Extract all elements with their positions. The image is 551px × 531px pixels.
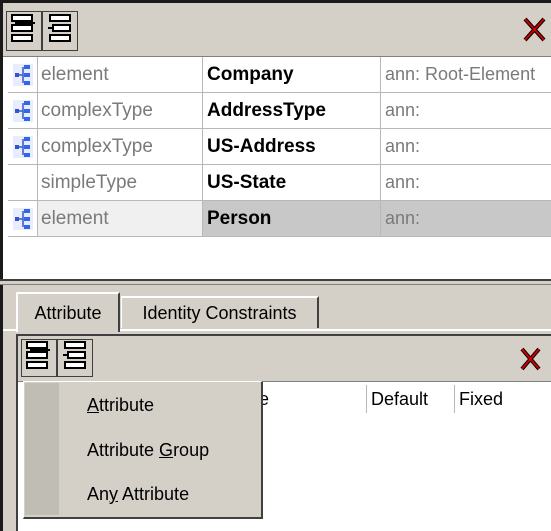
component-name: AddressType	[203, 93, 381, 129]
delete-x-icon	[519, 17, 549, 51]
element-icon	[12, 135, 33, 158]
menu-item-attribute[interactable]: Attribute	[87, 395, 154, 416]
tab-identity-constraints[interactable]: Identity Constraints	[121, 296, 319, 328]
component-kind: element	[38, 201, 203, 237]
delete-attribute-button[interactable]	[515, 340, 547, 378]
insert-component-button[interactable]	[6, 11, 42, 51]
tab-attribute[interactable]: Attribute	[16, 292, 120, 332]
append-attribute-icon	[62, 340, 88, 376]
column-header-default[interactable]: Default	[367, 385, 455, 413]
element-icon	[12, 63, 33, 86]
component-kind: complexType	[38, 93, 203, 129]
insert-attribute-button[interactable]	[21, 339, 57, 377]
component-annotation: ann:	[381, 201, 551, 237]
append-component-button[interactable]	[42, 11, 78, 51]
column-header-type[interactable]: e	[255, 385, 367, 413]
component-kind: simpleType	[38, 165, 203, 201]
insert-attribute-menu: Attribute Attribute Group Any Attribute	[23, 381, 263, 519]
column-header-fixed[interactable]: Fixed	[455, 385, 551, 413]
insert-attribute-icon	[26, 340, 52, 376]
component-annotation: ann: Root-Element	[381, 57, 551, 93]
component-name: US-State	[203, 165, 381, 201]
menu-item-any-attribute[interactable]: Any Attribute	[87, 484, 189, 505]
component-annotation: ann:	[381, 93, 551, 129]
component-name: US-Address	[203, 129, 381, 165]
element-icon	[12, 99, 33, 122]
table-row[interactable]: element Company ann: Root-Element	[8, 57, 551, 93]
component-annotation: ann:	[381, 165, 551, 201]
table-row[interactable]: complexType US-Address ann:	[8, 129, 551, 165]
delete-component-button[interactable]	[519, 9, 551, 49]
element-icon	[12, 207, 33, 230]
table-row-selected[interactable]: element Person ann:	[8, 201, 551, 237]
attribute-toolbar	[18, 336, 551, 382]
table-row[interactable]: complexType AddressType ann:	[8, 93, 551, 129]
append-attribute-button[interactable]	[57, 339, 93, 377]
component-kind: complexType	[38, 129, 203, 165]
menu-icon-gutter	[25, 383, 59, 515]
component-annotation: ann:	[381, 129, 551, 165]
append-component-icon	[47, 13, 73, 49]
component-name: Person	[203, 201, 381, 237]
menu-item-attribute-group[interactable]: Attribute Group	[87, 440, 209, 461]
component-name: Company	[203, 57, 381, 93]
insert-component-icon	[11, 13, 37, 49]
delete-x-icon	[515, 347, 545, 380]
table-row[interactable]: simpleType US-State ann:	[8, 165, 551, 201]
components-toolbar	[3, 3, 551, 57]
component-kind: element	[38, 57, 203, 93]
